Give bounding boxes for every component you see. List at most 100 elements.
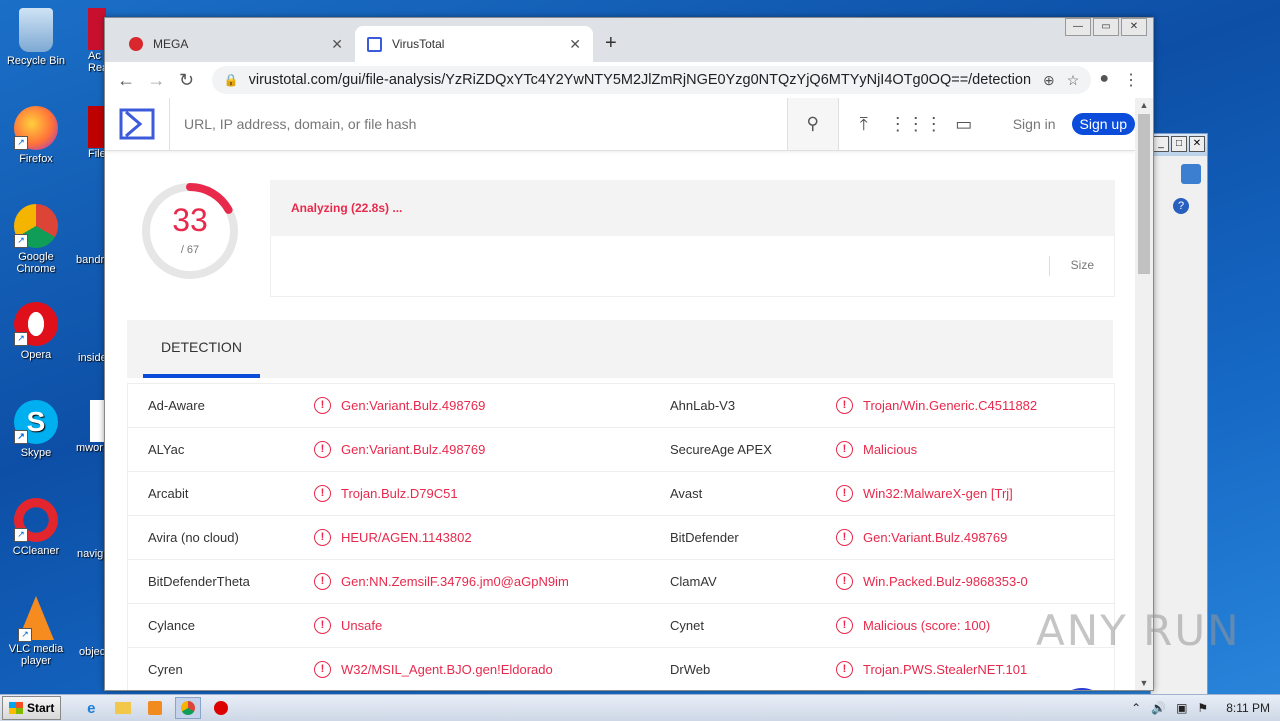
clock[interactable]: 8:11 PM xyxy=(1226,701,1270,715)
maximize-icon[interactable]: □ xyxy=(1171,136,1187,152)
engine-name: DrWeb xyxy=(670,662,711,677)
table-row: Avira (no cloud)! HEUR/AGEN.1143802 BitDef… xyxy=(128,516,1114,560)
virustotal-page: URL, IP address, domain, or file hash ⚲ … xyxy=(105,98,1135,690)
reload-icon[interactable]: ↻ xyxy=(173,70,199,91)
close-icon[interactable]: ✕ xyxy=(1121,18,1147,36)
desktop-icon-chrome[interactable]: ↗ Google Chrome xyxy=(1,204,71,275)
taskbar-ie[interactable]: e xyxy=(79,698,103,718)
chrome-icon xyxy=(181,701,196,715)
close-tab-icon[interactable]: ✕ xyxy=(331,36,343,53)
partial-label-inside[interactable]: inside xyxy=(78,352,107,364)
scroll-up-icon[interactable]: ▲ xyxy=(1135,100,1153,110)
desktop-icon-label: Google Chrome xyxy=(16,251,56,275)
close-icon[interactable]: ✕ xyxy=(1189,136,1205,152)
scroll-thumb[interactable] xyxy=(1138,114,1150,274)
browser-window[interactable]: MEGA ✕ VirusTotal ✕ + — ▭ ✕ ← → ↻ 🔒 viru… xyxy=(104,17,1154,691)
folder-icon xyxy=(115,702,132,714)
tab-mega[interactable]: MEGA ✕ xyxy=(117,26,355,62)
desktop-icon-firefox[interactable]: ↗ Firefox xyxy=(1,106,71,165)
page-scrollbar[interactable]: ▲ ▼ xyxy=(1135,98,1153,690)
partial-label-navig[interactable]: navig xyxy=(77,548,103,560)
engine-name: Cyren xyxy=(148,662,183,677)
engine-name: SecureAge APEX xyxy=(670,442,772,457)
start-button[interactable]: Start xyxy=(2,696,62,720)
tab-virustotal[interactable]: VirusTotal ✕ xyxy=(355,26,593,62)
back-arrow-icon[interactable]: ← xyxy=(113,70,139,91)
desktop-icon-skype[interactable]: S ↗ Skype xyxy=(1,400,71,459)
new-tab-icon[interactable]: + xyxy=(605,32,617,55)
search-input[interactable]: URL, IP address, domain, or file hash xyxy=(170,98,787,150)
network-icon[interactable]: ▣ xyxy=(1176,701,1187,715)
minimize-icon[interactable]: — xyxy=(1065,18,1091,36)
detection-result: Trojan.Bulz.D79C51 xyxy=(341,486,458,501)
alert-icon: ! xyxy=(314,661,331,678)
taskbar-security-app[interactable] xyxy=(209,698,233,718)
divider xyxy=(1049,256,1050,276)
forward-arrow-icon[interactable]: → xyxy=(143,70,169,91)
window-controls: — ▭ ✕ xyxy=(1065,18,1147,36)
help-icon[interactable]: ? xyxy=(1173,198,1189,214)
sign-up-button[interactable]: Sign up xyxy=(1071,113,1135,135)
alert-icon: ! xyxy=(836,661,853,678)
taskbar-explorer[interactable] xyxy=(111,698,135,718)
detection-result: Trojan.PWS.StealerNET.101 xyxy=(863,662,1028,677)
mega-icon xyxy=(129,37,143,51)
engine-name: Arcabit xyxy=(148,486,189,501)
desktop-icon-label: Skype xyxy=(20,447,52,459)
taskbar-chrome[interactable] xyxy=(175,697,202,719)
tab-strip: MEGA ✕ VirusTotal ✕ + — ▭ ✕ xyxy=(105,18,1153,62)
partial-label-bandr[interactable]: bandr xyxy=(76,254,104,266)
browser-toolbar: ← → ↻ 🔒 virustotal.com/gui/file-analysis… xyxy=(105,62,1153,99)
desktop-icon-vlc[interactable]: ↗ VLC media player xyxy=(1,596,71,667)
alert-icon: ! xyxy=(314,573,331,590)
tab-title: VirusTotal xyxy=(392,37,445,51)
close-tab-icon[interactable]: ✕ xyxy=(569,36,581,53)
detection-result: Win32:MalwareX-gen [Trj] xyxy=(863,486,1013,501)
engine-total: / 67 xyxy=(180,244,200,256)
search-go-icon[interactable] xyxy=(1181,164,1201,184)
filezilla-icon xyxy=(88,106,104,148)
grid-icon[interactable]: ⋮⋮⋮ xyxy=(889,114,943,135)
star-icon[interactable]: ☆ xyxy=(1067,72,1080,89)
detection-result: Gen:NN.ZemsilF.34796.jm0@aGpN9im xyxy=(341,574,569,589)
minimize-icon[interactable]: _ xyxy=(1153,136,1169,152)
tray-expand-icon[interactable]: ⌃ xyxy=(1131,701,1141,715)
chat-icon[interactable]: ▭ xyxy=(939,114,989,135)
desktop-icon-ccleaner[interactable]: ↗ CCleaner xyxy=(1,498,71,557)
table-row: ALYac! Gen:Variant.Bulz.498769 SecureAge A… xyxy=(128,428,1114,472)
alert-icon: ! xyxy=(314,485,331,502)
sign-in-link[interactable]: Sign in xyxy=(1013,116,1056,132)
upload-icon[interactable]: ⤒ xyxy=(839,114,889,135)
desktop-icon-label: Opera xyxy=(20,349,52,361)
search-icon[interactable]: ⚲ xyxy=(786,98,839,150)
partial-label-objec[interactable]: objec xyxy=(79,646,105,658)
system-tray: ⌃ 🔊 ▣ ⚑ 8:11 PM xyxy=(1131,701,1280,715)
url-text[interactable]: virustotal.com/gui/file-analysis/YzRiZDQ… xyxy=(249,72,1031,88)
engine-name: Ad-Aware xyxy=(148,398,205,413)
maximize-icon[interactable]: ▭ xyxy=(1093,18,1119,36)
taskbar-media-player[interactable] xyxy=(143,698,167,718)
address-bar[interactable]: 🔒 virustotal.com/gui/file-analysis/YzRiZ… xyxy=(211,66,1092,94)
desktop-icon-opera[interactable]: ↗ Opera xyxy=(1,302,71,361)
desktop-icon-recycle-bin[interactable]: Recycle Bin xyxy=(1,8,71,67)
account-icon[interactable]: ● xyxy=(1099,70,1109,90)
scroll-down-icon[interactable]: ▼ xyxy=(1135,678,1153,688)
engine-name: Avast xyxy=(670,486,703,501)
detection-result: Gen:Variant.Bulz.498769 xyxy=(341,398,486,413)
lock-icon[interactable]: 🔒 xyxy=(224,73,239,87)
flag-icon[interactable]: ⚑ xyxy=(1197,701,1208,715)
result-tabs: DETECTION xyxy=(127,320,1113,378)
detection-result: Gen:Variant.Bulz.498769 xyxy=(341,442,486,457)
vt-header: URL, IP address, domain, or file hash ⚲ … xyxy=(105,98,1135,151)
analysis-summary: Analyzing (22.8s) ... Size xyxy=(270,180,1115,297)
virustotal-icon xyxy=(367,36,382,52)
menu-icon[interactable]: ⋮ xyxy=(1123,70,1139,90)
partial-icon-word[interactable]: mwor xyxy=(76,400,104,454)
virustotal-logo[interactable] xyxy=(105,98,170,150)
tab-title: MEGA xyxy=(153,37,189,51)
detection-score-gauge: 33 / 67 xyxy=(139,180,241,282)
volume-icon[interactable]: 🔊 xyxy=(1151,701,1166,715)
tab-detection[interactable]: DETECTION xyxy=(143,320,260,378)
ie-icon: e xyxy=(87,699,96,717)
add-icon[interactable]: ⊕ xyxy=(1043,72,1055,89)
